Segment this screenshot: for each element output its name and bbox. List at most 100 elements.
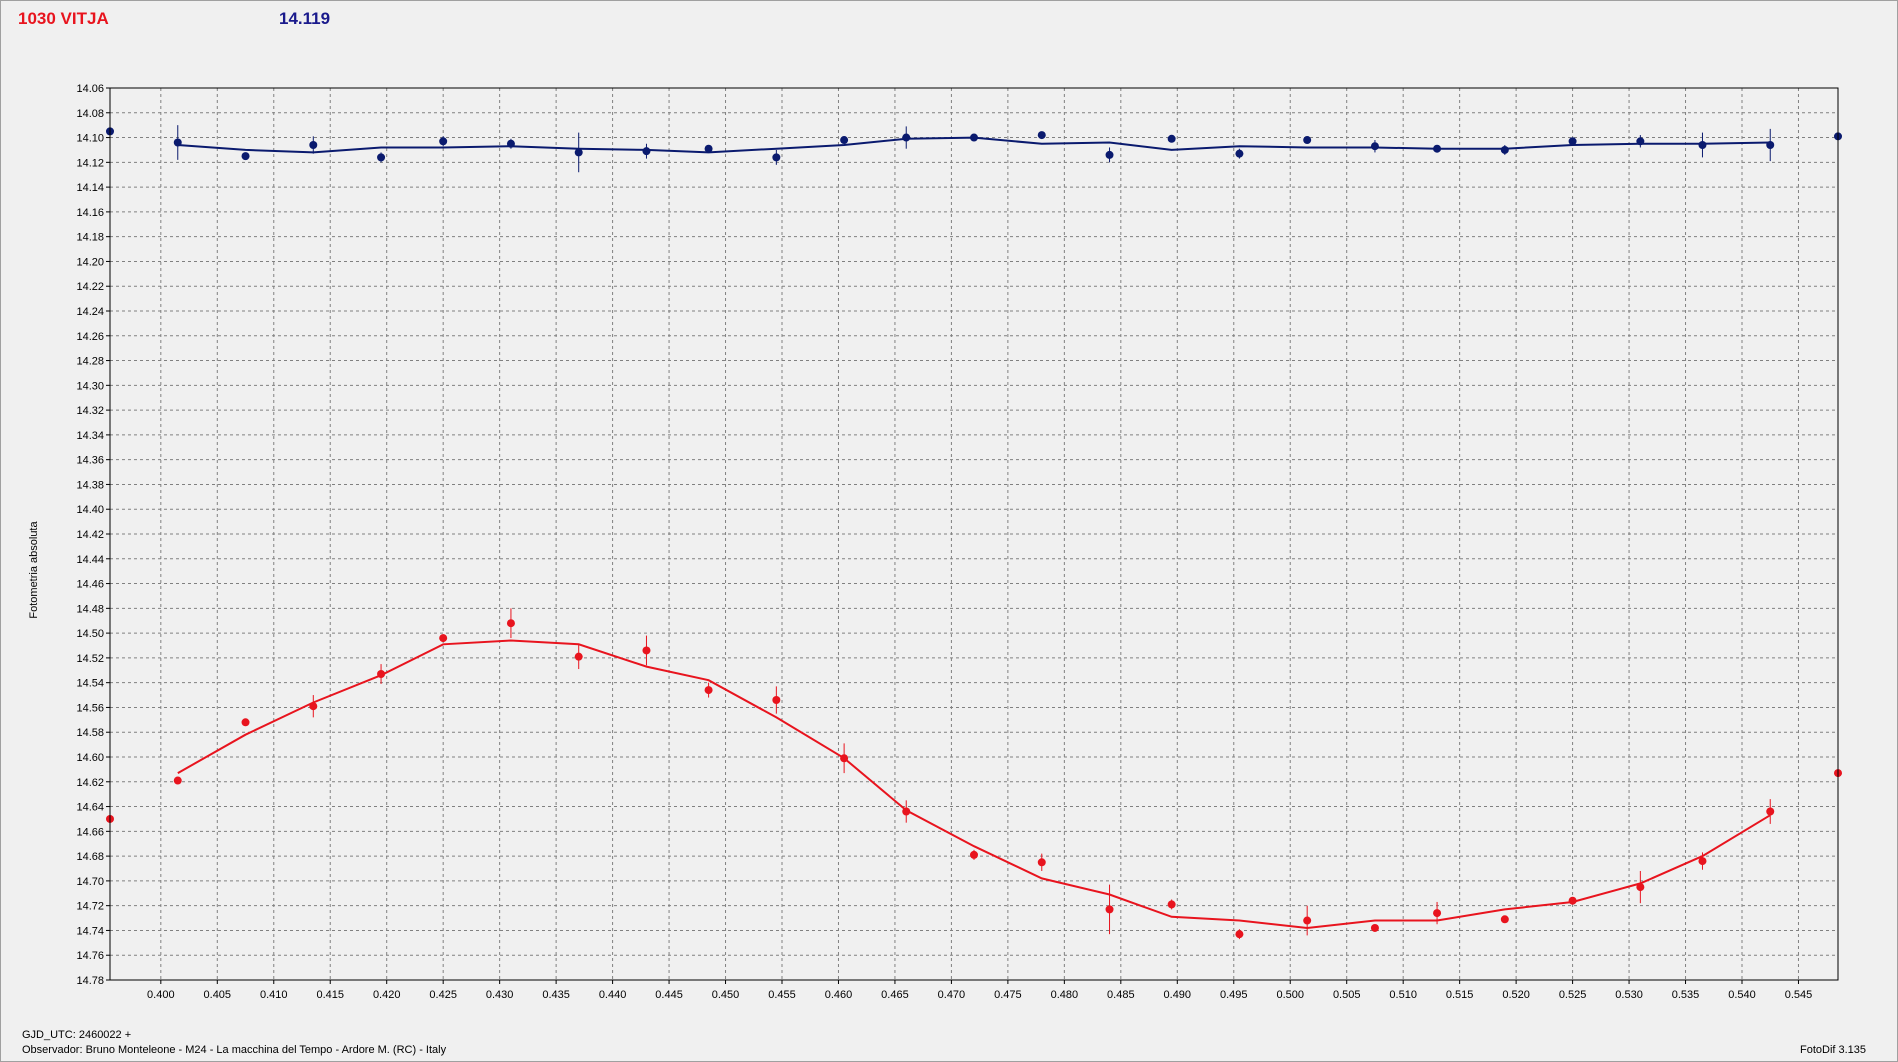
- data-point: [1636, 137, 1645, 146]
- data-point: [840, 754, 849, 763]
- data-point: [1500, 145, 1509, 154]
- data-point: [309, 702, 318, 711]
- data-point: [1766, 140, 1775, 149]
- y-tick-label: 14.42: [76, 529, 104, 541]
- data-series: [106, 125, 1842, 940]
- data-point: [1698, 140, 1707, 149]
- fit-line: [177, 639, 1771, 930]
- data-point: [902, 807, 911, 816]
- x-tick-label: 0.535: [1672, 989, 1700, 1001]
- observer-label: Observador: Bruno Monteleone - M24 - La …: [22, 1044, 447, 1056]
- y-tick-label: 14.60: [76, 752, 104, 764]
- x-tick-label: 0.435: [542, 989, 570, 1001]
- y-tick-label: 14.22: [76, 281, 104, 293]
- y-tick-label: 14.32: [76, 405, 104, 417]
- x-axis-ticks: 0.400 0.405 0.410 0.415 0.420 0.425 0.430 0.435…: [147, 980, 1812, 1001]
- data-point: [642, 646, 651, 655]
- data-point: [1433, 144, 1442, 153]
- y-tick-label: 14.72: [76, 901, 104, 913]
- data-point: [1303, 136, 1312, 145]
- data-point: [377, 669, 386, 678]
- x-tick-label: 0.445: [655, 989, 683, 1001]
- y-tick-label: 14.08: [76, 108, 104, 120]
- y-tick-label: 14.38: [76, 479, 104, 491]
- y-tick-label: 14.76: [76, 950, 104, 962]
- data-point: [1636, 883, 1645, 892]
- x-tick-label: 0.450: [712, 989, 740, 1001]
- data-point: [241, 152, 250, 161]
- x-tick-label: 0.545: [1785, 989, 1813, 1001]
- x-tick-label: 0.465: [881, 989, 909, 1001]
- software-version-label: FotoDif 3.135: [1800, 1044, 1867, 1056]
- x-tick-label: 0.475: [994, 989, 1022, 1001]
- x-tick-label: 0.420: [373, 989, 401, 1001]
- y-tick-label: 14.74: [76, 925, 104, 937]
- data-point: [439, 634, 448, 643]
- y-tick-label: 14.10: [76, 133, 104, 145]
- data-point: [506, 139, 515, 148]
- data-point: [439, 137, 448, 146]
- x-tick-label: 0.460: [825, 989, 853, 1001]
- x-tick-label: 0.500: [1276, 989, 1304, 1001]
- y-tick-label: 14.46: [76, 579, 104, 591]
- data-point: [1235, 930, 1244, 939]
- data-point: [1500, 915, 1509, 924]
- x-tick-label: 0.525: [1559, 989, 1587, 1001]
- data-point: [970, 850, 978, 859]
- data-point: [1037, 131, 1046, 140]
- y-tick-label: 14.44: [76, 554, 104, 566]
- data-point: [840, 136, 849, 145]
- y-tick-label: 14.24: [76, 306, 104, 318]
- y-tick-label: 14.18: [76, 232, 104, 244]
- y-tick-label: 14.06: [76, 83, 104, 95]
- y-tick-label: 14.26: [76, 331, 104, 343]
- y-tick-label: 14.48: [76, 603, 104, 615]
- x-tick-label: 0.540: [1728, 989, 1756, 1001]
- photometry-chart: 14.06 14.08 14.10 14.12 14.14 14.16 14.18 14.20…: [76, 83, 1842, 1001]
- data-point: [173, 138, 182, 147]
- data-point: [309, 140, 318, 149]
- x-tick-label: 0.515: [1446, 989, 1474, 1001]
- x-tick-label: 0.480: [1051, 989, 1079, 1001]
- x-tick-label: 0.415: [316, 989, 344, 1001]
- data-point: [1433, 909, 1442, 918]
- data-point: [1167, 134, 1176, 143]
- y-tick-label: 14.56: [76, 702, 104, 714]
- y-tick-label: 14.34: [76, 430, 104, 442]
- x-tick-label: 0.455: [768, 989, 796, 1001]
- x-tick-label: 0.425: [429, 989, 457, 1001]
- x-tick-label: 0.430: [486, 989, 514, 1001]
- x-tick-label: 0.405: [204, 989, 232, 1001]
- x-tick-label: 0.485: [1107, 989, 1135, 1001]
- data-point: [1235, 149, 1244, 158]
- y-tick-label: 14.78: [76, 975, 104, 987]
- data-point: [1303, 916, 1312, 925]
- data-point: [1370, 923, 1379, 932]
- data-point: [1766, 807, 1775, 816]
- data-point: [704, 144, 713, 153]
- data-point: [1105, 905, 1114, 914]
- data-point: [704, 686, 713, 695]
- y-tick-label: 14.30: [76, 380, 104, 392]
- y-tick-label: 14.40: [76, 504, 104, 516]
- x-tick-label: 0.530: [1615, 989, 1643, 1001]
- y-tick-label: 14.68: [76, 851, 104, 863]
- data-point: [1037, 858, 1046, 867]
- x-tick-label: 0.495: [1220, 989, 1248, 1001]
- x-tick-label: 0.400: [147, 989, 175, 1001]
- y-tick-label: 14.54: [76, 678, 104, 690]
- y-axis-ticks: 14.06 14.08 14.10 14.12 14.14 14.16 14.18 14.20…: [76, 83, 110, 987]
- x-tick-label: 0.410: [260, 989, 288, 1001]
- data-point: [1105, 150, 1114, 159]
- data-point: [1568, 137, 1577, 146]
- gjd-label: GJD_UTC: 2460022 +: [22, 1029, 132, 1041]
- x-tick-label: 0.470: [938, 989, 966, 1001]
- data-point: [772, 696, 781, 705]
- x-tick-label: 0.505: [1333, 989, 1361, 1001]
- y-tick-label: 14.64: [76, 802, 104, 814]
- x-tick-label: 0.440: [599, 989, 627, 1001]
- data-point: [1167, 900, 1176, 909]
- y-axis-label: Fotometria absoluta: [28, 521, 40, 619]
- data-point: [574, 652, 583, 661]
- data-point: [1568, 896, 1577, 905]
